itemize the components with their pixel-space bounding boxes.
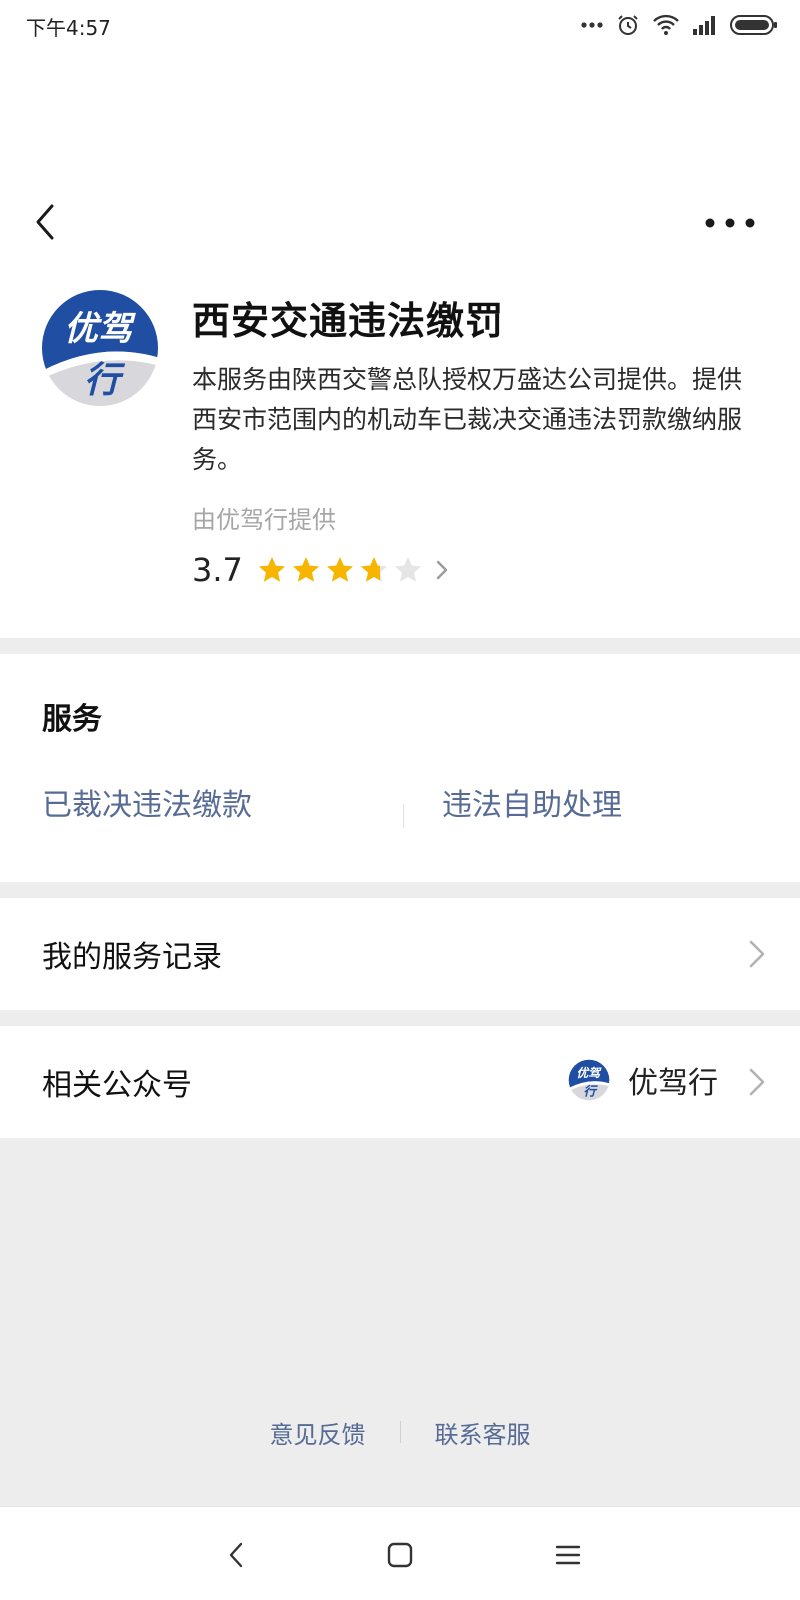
services-heading: 服务 xyxy=(42,702,102,737)
wifi-icon xyxy=(653,14,679,35)
status-icons xyxy=(580,12,778,38)
divider xyxy=(403,804,404,828)
system-menu-button[interactable] xyxy=(548,1535,588,1575)
related-account: 优驾 行 优驾行 xyxy=(568,1056,718,1104)
footer-links: 意见反馈 联系客服 xyxy=(0,1412,800,1452)
chevron-left-icon xyxy=(36,204,54,240)
divider xyxy=(399,1421,401,1443)
service-paid-violation-fine[interactable]: 已裁决违法缴款 xyxy=(42,780,252,824)
related-label: 相关公众号 xyxy=(42,1068,192,1103)
star-icon xyxy=(394,557,421,582)
logo-text-top: 优驾 xyxy=(64,309,136,349)
app-title: 西安交通违法缴罚 xyxy=(192,299,505,343)
system-home-button[interactable] xyxy=(380,1535,420,1575)
service-self-handle-violation[interactable]: 违法自助处理 xyxy=(442,780,622,824)
star-icon xyxy=(292,557,319,582)
provider-text: 由优驾行提供 xyxy=(192,506,336,534)
triangle-left-icon xyxy=(229,1542,243,1568)
alarm-icon xyxy=(618,15,638,35)
feedback-link[interactable]: 意见反馈 xyxy=(270,1415,366,1450)
more-dots-icon xyxy=(705,218,755,228)
app-profile-section: 优驾 行 西安交通违法缴罚 本服务由陕西交警总队授权万盛达公司提供。提供西安市范… xyxy=(0,48,800,638)
logo-text-bottom: 行 xyxy=(84,360,126,401)
chevron-right-icon xyxy=(749,1068,765,1096)
system-back-button[interactable] xyxy=(216,1535,256,1575)
status-time: 下午4:57 xyxy=(26,16,111,40)
contact-support-link[interactable]: 联系客服 xyxy=(435,1415,531,1450)
rating-value: 3.7 xyxy=(192,551,243,589)
related-account-name: 优驾行 xyxy=(628,1066,718,1101)
system-navigation-bar xyxy=(0,1506,800,1600)
records-label: 我的服务记录 xyxy=(42,940,222,975)
my-service-records-row[interactable]: 我的服务记录 xyxy=(0,898,800,1010)
chevron-right-icon xyxy=(436,560,448,580)
app-description: 本服务由陕西交警总队授权万盛达公司提供。提供西安市范围内的机动车已裁决交通违法罚… xyxy=(192,365,743,474)
star-icon xyxy=(326,557,353,582)
app-logo: 优驾 行 xyxy=(40,288,160,408)
services-section: 服务 已裁决违法缴款 违法自助处理 xyxy=(0,654,800,882)
back-button[interactable] xyxy=(26,200,66,244)
account-avatar: 优驾 行 xyxy=(568,1059,610,1101)
menu-lines-icon xyxy=(555,1545,581,1565)
status-bar: 下午4:57 xyxy=(0,0,800,48)
star-icon xyxy=(258,557,285,582)
battery-icon xyxy=(730,15,777,35)
rating-row[interactable]: 3.7 xyxy=(192,548,449,592)
square-icon xyxy=(387,1542,413,1568)
avatar-text-top: 优驾 xyxy=(576,1066,602,1080)
signal-icon xyxy=(693,16,715,35)
related-official-account-row[interactable]: 相关公众号 优驾 行 优驾行 xyxy=(0,1026,800,1138)
more-options-button[interactable] xyxy=(700,208,760,238)
rating-stars xyxy=(257,555,423,585)
chevron-right-icon xyxy=(749,940,765,968)
star-icon xyxy=(360,557,387,582)
more-notifications-icon xyxy=(581,22,603,28)
